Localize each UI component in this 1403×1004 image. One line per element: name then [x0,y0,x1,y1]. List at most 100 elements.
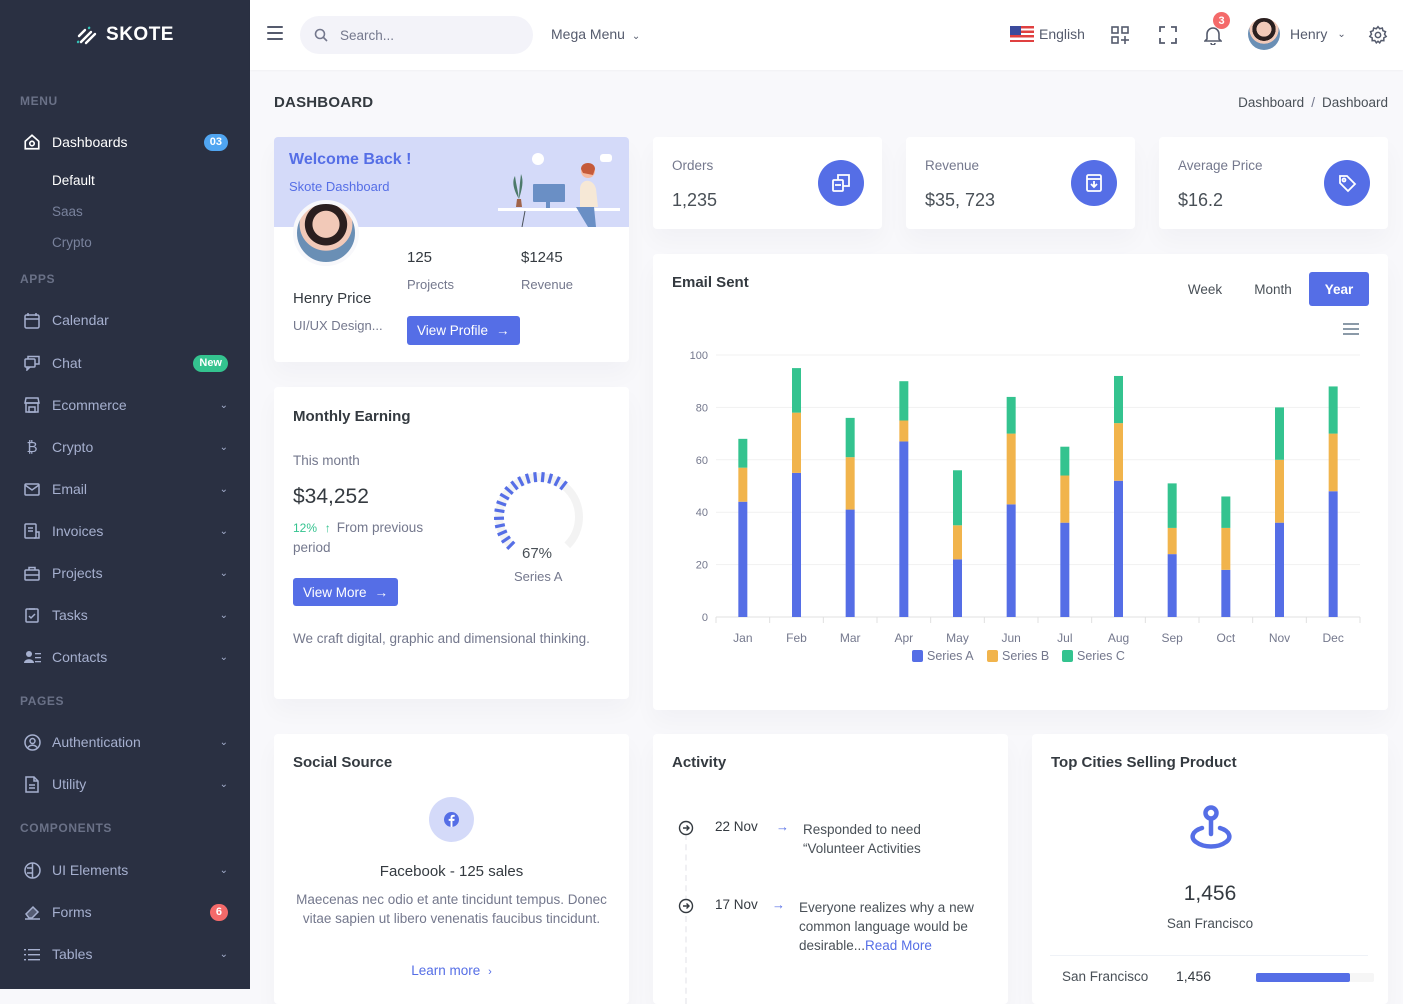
settings-gear-icon[interactable] [1367,24,1389,46]
activity-date: 17 Nov [715,897,758,912]
y-tick-label: 40 [696,507,708,519]
search-box [300,16,533,54]
brand-logo[interactable]: SKOTE [0,0,250,70]
legend-label[interactable]: Series A [927,649,974,663]
orders-label: Orders [672,158,713,173]
x-tick-label: Oct [1216,631,1235,645]
period-year-tab[interactable]: Year [1309,272,1369,306]
arrow-up-icon: ↑ [325,521,331,535]
user-dropdown[interactable]: Henry ⌄ [1248,18,1346,50]
bar-segment-series-b [738,468,747,502]
gauge-percent: 67% [522,545,552,562]
learn-more-link[interactable]: Learn more › [274,963,629,978]
sidebar-item-ui-elements[interactable]: UI Elements ⌄ [0,850,250,890]
sidebar-item-ecommerce[interactable]: Ecommerce ⌄ [0,385,250,425]
legend-marker [987,650,998,662]
language-selector[interactable]: English [1010,26,1085,42]
bar-segment-series-a [1221,570,1230,617]
top-city-name: San Francisco [1032,916,1388,931]
earning-footer-text: We craft digital, graphic and dimensiona… [293,629,593,648]
sidebar-item-crypto[interactable]: ₿ Crypto ⌄ [0,427,250,467]
briefcase-icon [22,563,42,583]
arrow-right-icon: → [772,897,785,912]
bar-segment-series-a [1275,523,1284,617]
menu-section-title: MENU [0,90,78,112]
sidebar-item-contacts[interactable]: Contacts ⌄ [0,637,250,677]
bar-segment-series-a [1329,491,1338,617]
welcome-title: Welcome Back ! [289,151,411,169]
sidebar-item-projects[interactable]: Projects ⌄ [0,553,250,593]
bar-segment-series-c [1007,397,1016,434]
x-tick-label: Dec [1322,631,1343,645]
sidebar-item-chat[interactable]: Chat New [0,343,250,383]
sidebar-item-utility[interactable]: Utility ⌄ [0,764,250,804]
view-more-button[interactable]: View More→ [293,578,398,606]
orders-value: 1,235 [672,190,717,211]
revenue-stat-value: $35, 723 [925,190,995,211]
average-price-value: $16.2 [1178,190,1223,211]
bar-segment-series-c [1168,483,1177,528]
profile-illustration [498,149,623,227]
bar-segment-series-b [899,421,908,442]
sidebar-item-calendar[interactable]: Calendar [0,300,250,340]
envelope-icon [22,479,42,499]
list-icon [22,944,42,964]
sidebar-item-label: Calendar [52,312,228,328]
legend-label[interactable]: Series B [1002,649,1049,663]
bar-segment-series-c [1114,376,1123,423]
sidebar-item-label: Authentication [52,734,220,750]
menu-toggle-icon[interactable] [267,26,283,40]
bar-segment-series-b [792,413,801,473]
view-more-label: View More [303,585,367,600]
forms-count-badge: 6 [210,904,228,921]
bar-segment-series-a [1060,523,1069,617]
fullscreen-icon[interactable] [1157,24,1179,46]
bar-segment-series-a [738,502,747,617]
bar-segment-series-c [1221,496,1230,527]
y-tick-label: 60 [696,455,708,467]
legend-label[interactable]: Series C [1077,649,1125,663]
search-input[interactable] [340,28,520,43]
apps-grid-icon[interactable] [1109,24,1131,46]
city-row-progress [1256,973,1374,982]
sidebar-item-label: Forms [52,904,210,920]
breadcrumb-separator: / [1311,95,1315,110]
projects-count: 125 [407,249,432,266]
tag-icon [1324,160,1370,206]
sidebar-item-forms[interactable]: Forms 6 [0,892,250,932]
bar-segment-series-b [846,457,855,509]
sidebar-item-tables[interactable]: Tables ⌄ [0,934,250,974]
gauge-track [499,477,579,545]
period-month-tab[interactable]: Month [1242,272,1304,306]
view-profile-button[interactable]: View Profile→ [407,316,520,345]
sidebar-subitem-default[interactable]: Default [52,170,95,190]
facebook-icon-wrap [429,797,474,842]
sidebar-item-dashboards[interactable]: Dashboards 03 [0,122,250,162]
copy-icon [818,160,864,206]
sidebar-item-invoices[interactable]: Invoices ⌄ [0,511,250,551]
pages-section-title: PAGES [0,690,84,712]
user-circle-icon [22,732,42,752]
period-week-tab[interactable]: Week [1176,272,1234,306]
chevron-down-icon: ⌄ [220,400,228,411]
breadcrumb-item[interactable]: Dashboard [1238,95,1304,110]
sidebar-item-email[interactable]: Email ⌄ [0,469,250,509]
sidebar-item-tasks[interactable]: Tasks ⌄ [0,595,250,635]
chevron-right-icon: › [488,966,492,978]
sidebar-item-authentication[interactable]: Authentication ⌄ [0,722,250,762]
circle-arrow-right-icon [678,820,694,836]
learn-more-label: Learn more [411,963,480,978]
sidebar-item-label: Projects [52,565,220,581]
ui-elements-icon [22,860,42,880]
mega-menu-dropdown[interactable]: Mega Menu ⌄ [551,26,640,42]
x-tick-label: Apr [894,631,913,645]
bar-segment-series-b [1221,528,1230,570]
sidebar-subitem-saas[interactable]: Saas [52,201,83,221]
dashboards-count-badge: 03 [204,134,228,151]
read-more-link[interactable]: Read More [865,938,932,953]
sidebar-subitem-crypto[interactable]: Crypto [52,232,92,252]
email-sent-chart: 020406080100JanFebMarAprMayJunJulAugSepO… [653,254,1388,710]
gauge-series-label: Series A [514,569,562,584]
top-cities-card: Top Cities Selling Product 1,456 San Fra… [1032,734,1388,1004]
top-cities-title: Top Cities Selling Product [1051,754,1237,771]
